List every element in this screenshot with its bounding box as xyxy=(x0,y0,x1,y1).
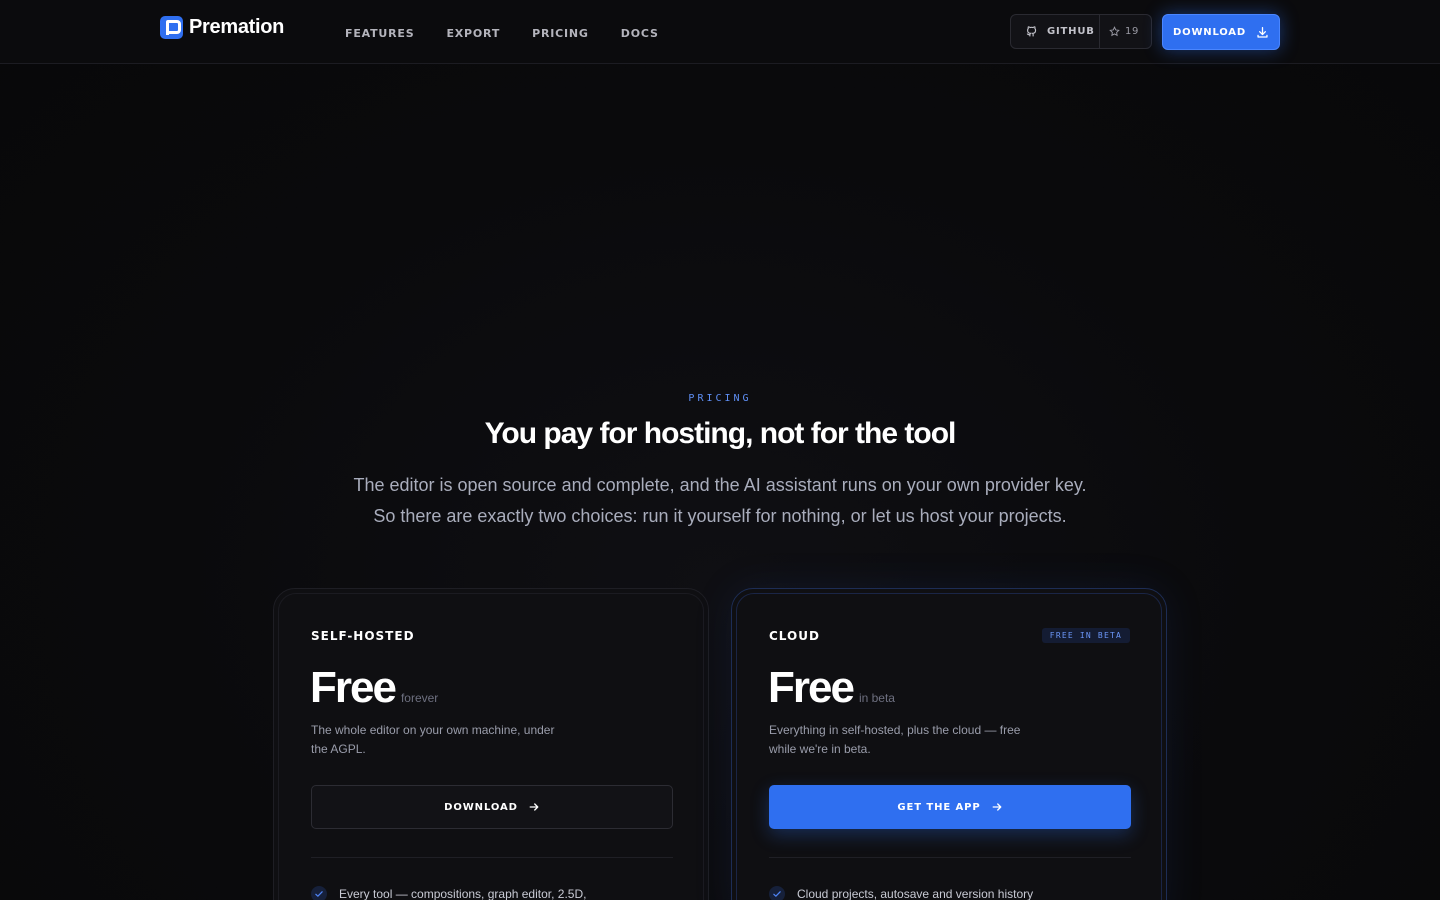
download-button[interactable]: DOWNLOAD xyxy=(311,785,673,829)
check-icon xyxy=(769,886,785,900)
feature-text: Cloud projects, autosave and version his… xyxy=(797,887,1034,900)
price-note: in beta xyxy=(858,691,895,705)
github-stars: 19 xyxy=(1100,26,1139,37)
get-the-app-label: GET THE APP xyxy=(897,801,981,813)
top-nav-bar: Premation FEATURES EXPORT PRICING DOCS G… xyxy=(0,0,1440,64)
nav-item-docs[interactable]: DOCS xyxy=(621,27,659,40)
plan-price: Free in beta xyxy=(768,663,895,713)
header-download-label: DOWNLOAD xyxy=(1173,26,1246,38)
page-subtitle: The editor is open source and complete, … xyxy=(320,470,1120,532)
plan-price: Free forever xyxy=(310,663,438,713)
card-divider xyxy=(311,857,673,858)
get-the-app-button[interactable]: GET THE APP xyxy=(769,785,1131,829)
arrow-right-icon xyxy=(992,803,1002,811)
feature-text: Every tool — compositions, graph editor,… xyxy=(339,887,587,900)
plan-name: SELF-HOSTED xyxy=(311,629,415,643)
page-title: You pay for hosting, not for the tool xyxy=(484,417,957,450)
brand-name: Premation xyxy=(189,16,285,38)
plan-name: CLOUD xyxy=(769,629,820,643)
check-icon xyxy=(311,886,327,900)
star-icon xyxy=(1109,26,1120,37)
brand-logo[interactable]: Premation xyxy=(160,16,284,39)
github-button[interactable]: GITHUB 19 xyxy=(1010,14,1152,49)
header-download-button[interactable]: DOWNLOAD xyxy=(1162,14,1280,50)
pricing-card-cloud: CLOUD FREE IN BETA Free in beta Everythi… xyxy=(731,588,1167,900)
nav-item-features[interactable]: FEATURES xyxy=(345,27,414,40)
price-note: forever xyxy=(400,691,439,705)
price-amount: Free xyxy=(310,663,397,712)
github-label: GITHUB xyxy=(1047,26,1095,37)
main-nav: FEATURES EXPORT PRICING DOCS xyxy=(345,27,659,40)
price-amount: Free xyxy=(768,663,855,712)
feature-item: Cloud projects, autosave and version his… xyxy=(769,886,1033,900)
plan-description: The whole editor on your own machine, un… xyxy=(311,723,555,756)
plan-description: Everything in self-hosted, plus the clou… xyxy=(769,723,1021,756)
subtitle-line-2: So there are exactly two choices: run it… xyxy=(373,506,1067,526)
subtitle-line-1: The editor is open source and complete, … xyxy=(353,475,1087,495)
arrow-right-icon xyxy=(529,803,539,811)
premation-logo-icon xyxy=(160,16,183,39)
download-icon xyxy=(1257,26,1268,38)
github-link[interactable]: GITHUB xyxy=(1011,15,1100,48)
github-star-count: 19 xyxy=(1125,26,1139,37)
nav-item-export[interactable]: EXPORT xyxy=(446,27,500,40)
section-eyebrow: PRICING xyxy=(688,393,752,404)
beta-badge: FREE IN BETA xyxy=(1041,628,1130,643)
nav-item-pricing[interactable]: PRICING xyxy=(532,27,589,40)
pricing-card-self-hosted: SELF-HOSTED Free forever The whole edito… xyxy=(273,588,709,900)
feature-item: Every tool — compositions, graph editor,… xyxy=(311,886,586,900)
github-icon xyxy=(1026,26,1037,37)
card-divider xyxy=(769,857,1131,858)
download-button-label: DOWNLOAD xyxy=(444,801,518,813)
